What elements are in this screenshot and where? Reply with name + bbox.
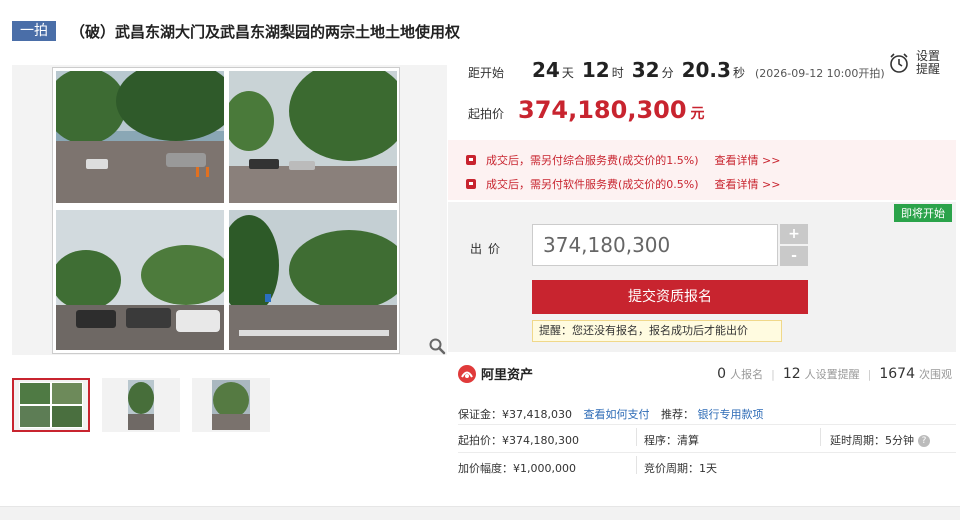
fee-text-1: 成交后，需另付综合服务费(成交价的1.5%) bbox=[486, 154, 699, 167]
start-price-row: 起拍价 374,180,300 元 bbox=[468, 96, 705, 124]
remind-label-2: 提醒 bbox=[916, 62, 941, 76]
column-divider bbox=[636, 456, 637, 474]
countdown-minutes: 32 bbox=[631, 58, 660, 82]
delay-period-detail: 延时周期：5分钟? bbox=[830, 432, 930, 448]
countdown-minutes-unit: 分 bbox=[661, 66, 674, 80]
zoom-icon[interactable] bbox=[428, 337, 446, 355]
procedure-detail: 程序：清算 bbox=[644, 434, 699, 447]
start-price-label: 起拍价 bbox=[468, 107, 505, 121]
bank-account-link[interactable]: 银行专用款项 bbox=[697, 408, 763, 421]
divider: | bbox=[867, 368, 872, 381]
auction-page: 一拍 （破）武昌东湖大门及武昌东湖梨园的两宗土地土地使用权 距开始 24 天 1… bbox=[0, 0, 960, 520]
start-price-value: 374,180,300 bbox=[518, 96, 687, 124]
fee-details-link-2[interactable]: 查看详情 >> bbox=[715, 176, 781, 192]
photo-parking-lot-3 bbox=[56, 210, 224, 350]
auction-counts: 0 人报名 | 12 人设置提醒 | 1674 次围观 bbox=[717, 366, 952, 382]
view-count: 1674 bbox=[879, 366, 915, 382]
thumbnail-1[interactable] bbox=[12, 378, 90, 432]
bid-amount-input[interactable]: 374,180,300 bbox=[532, 224, 778, 266]
signup-count: 0 bbox=[717, 366, 727, 382]
bid-panel: 即将开始 出价 374,180,300 + - 提交资质报名 提醒：您还没有报名… bbox=[448, 202, 956, 352]
delay-period-text: 延时周期：5分钟 bbox=[830, 434, 914, 447]
stats-row: 阿里资产 0 人报名 | 12 人设置提醒 | 1674 次围观 bbox=[448, 364, 956, 386]
brand-name: 阿里资产 bbox=[481, 368, 534, 383]
main-image-viewer[interactable] bbox=[12, 65, 447, 355]
deposit-row: 保证金：¥37,418,030 查看如何支付 推荐： 银行专用款项 bbox=[458, 406, 763, 422]
reminder-count: 12 bbox=[782, 366, 801, 382]
column-divider bbox=[636, 428, 637, 446]
auction-round-badge: 一拍 bbox=[12, 21, 56, 41]
details-divider bbox=[458, 424, 956, 425]
bidding-cycle-detail: 竞价周期：1天 bbox=[644, 462, 717, 475]
bag-icon bbox=[466, 179, 476, 189]
photo-parking-lot-2 bbox=[229, 71, 397, 203]
recommend-label: 推荐： bbox=[660, 408, 694, 421]
signup-count-label: 人报名 bbox=[730, 368, 764, 381]
deposit-amount: 保证金：¥37,418,030 bbox=[458, 408, 572, 421]
photo-parking-lot-1 bbox=[56, 71, 224, 203]
brand: 阿里资产 bbox=[458, 364, 533, 383]
thumbnail-2[interactable] bbox=[102, 378, 180, 432]
registration-tip: 提醒：您还没有报名，报名成功后才能出价 bbox=[532, 320, 782, 342]
fee-notice-box: 成交后，需另付综合服务费(成交价的1.5%) 查看详情 >> 成交后，需另付软件… bbox=[448, 140, 956, 200]
fee-details-link-1[interactable]: 查看详情 >> bbox=[715, 152, 781, 168]
countdown-hours: 12 bbox=[581, 58, 610, 82]
increment-detail: 加价幅度：¥1,000,000 bbox=[458, 462, 576, 475]
submit-registration-button[interactable]: 提交资质报名 bbox=[532, 280, 808, 314]
countdown-hours-unit: 时 bbox=[611, 66, 624, 80]
divider: | bbox=[771, 368, 775, 381]
bag-icon bbox=[466, 155, 476, 165]
reminder-count-label: 人设置提醒 bbox=[804, 368, 860, 381]
page-title: （破）武昌东湖大门及武昌东湖梨园的两宗土地土地使用权 bbox=[70, 22, 461, 41]
start-price-detail: 起拍价：¥374,180,300 bbox=[458, 434, 579, 447]
set-reminder-button[interactable]: 设置 提醒 bbox=[888, 50, 942, 76]
countdown-seconds-unit: 秒 bbox=[732, 66, 745, 80]
fee-text-2: 成交后，需另付软件服务费(成交价的0.5%) bbox=[486, 178, 699, 191]
alarm-clock-icon bbox=[890, 53, 908, 73]
countdown-days: 24 bbox=[532, 58, 560, 82]
column-divider bbox=[820, 428, 821, 446]
photo-parking-lot-4 bbox=[229, 210, 397, 350]
bottom-strip bbox=[0, 506, 960, 520]
view-count-label: 次围观 bbox=[919, 368, 952, 381]
increase-bid-button[interactable]: + bbox=[780, 224, 808, 244]
details-divider bbox=[458, 452, 956, 453]
countdown-days-unit: 天 bbox=[561, 66, 574, 80]
bid-label: 出价 bbox=[470, 242, 507, 256]
fee-line-1: 成交后，需另付综合服务费(成交价的1.5%) 查看详情 >> bbox=[466, 152, 780, 168]
ali-assets-logo-icon bbox=[458, 364, 476, 383]
how-to-pay-link[interactable]: 查看如何支付 bbox=[583, 408, 649, 421]
thumbnail-3[interactable] bbox=[192, 378, 270, 432]
start-price-unit: 元 bbox=[690, 106, 705, 122]
bid-stepper: + - bbox=[780, 224, 808, 266]
countdown-seconds: 20.3 bbox=[681, 58, 731, 82]
status-badge: 即将开始 bbox=[894, 204, 952, 222]
thumbnail-strip bbox=[12, 378, 270, 432]
title-row: 一拍 （破）武昌东湖大门及武昌东湖梨园的两宗土地土地使用权 bbox=[12, 20, 460, 42]
main-photo bbox=[52, 67, 400, 354]
help-icon[interactable]: ? bbox=[918, 435, 930, 447]
fee-line-2: 成交后，需另付软件服务费(成交价的0.5%) 查看详情 >> bbox=[466, 176, 780, 192]
countdown-label: 距开始 bbox=[468, 66, 505, 80]
start-time-note: (2026-09-12 10:00开拍) bbox=[754, 67, 885, 80]
countdown: 距开始 24 天 12 时 32 分 20.3 秒 (2026-09-12 10… bbox=[468, 58, 885, 82]
decrease-bid-button[interactable]: - bbox=[780, 246, 808, 266]
